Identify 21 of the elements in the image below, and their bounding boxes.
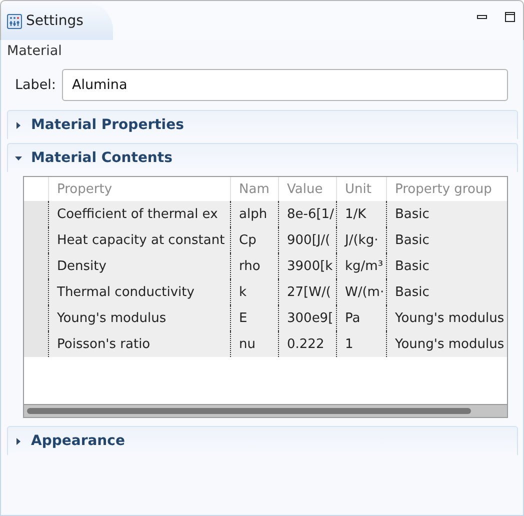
row-header[interactable] [24,331,48,357]
expand-triangle-icon [15,438,22,444]
scrollbar-thumb[interactable] [27,408,471,414]
table-cell: Poisson's ratio [48,331,230,357]
minimize-icon[interactable] [477,14,487,20]
maximize-icon[interactable] [505,12,515,22]
label-caption: Label: [15,77,56,93]
table-cell: nu [230,331,278,357]
section-header[interactable]: Material Contents [7,143,518,172]
table-cell: 0.222 [278,331,336,357]
settings-icon [7,14,22,28]
row-header[interactable] [24,201,48,227]
horizontal-scrollbar[interactable] [24,404,507,417]
node-type-label: Material [7,42,63,61]
section-header[interactable]: Appearance [7,426,518,455]
table-cell: Young's modulus [386,331,504,357]
collapse-triangle-icon [15,154,22,162]
table-cell: 1 [336,331,386,357]
section-header[interactable]: Material Properties [7,110,518,139]
expand-triangle-icon [15,122,22,128]
label-field[interactable]: Alumina [62,69,508,101]
